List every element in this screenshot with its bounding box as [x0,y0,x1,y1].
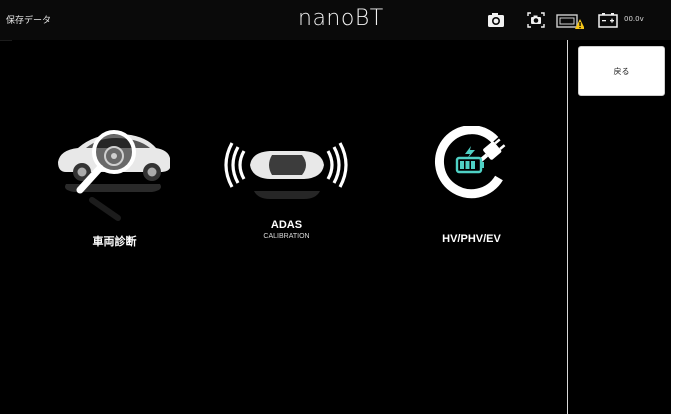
main-menu: 車両診断 ADAS CALIBRATION HV/PHV/EV [12,40,567,414]
car-magnifier-icon [58,130,170,221]
menu-item-sublabel: CALIBRATION [263,233,310,240]
menu-item-vehicle-diagnosis[interactable]: 車両診断 [52,122,177,252]
side-panel: 戻る [567,40,671,414]
battery-icon [598,13,618,28]
back-button[interactable]: 戻る [578,46,665,96]
menu-item-hv-phv-ev[interactable]: HV/PHV/EV [409,125,534,248]
brand-logo: nanoBT [298,6,384,31]
menu-item-label: 車両診断 [92,236,137,248]
menu-item-label: HV/PHV/EV [442,233,501,245]
voltage-readout: 00.0v [624,15,644,23]
top-bar: 保存データ nanoBT 00.0v [0,0,671,41]
menu-item-adas[interactable]: ADAS CALIBRATION [224,135,349,250]
camera-icon[interactable] [487,12,505,28]
menu-item-label: ADAS [270,219,303,231]
screenshot-icon[interactable] [527,12,545,28]
vci-warning-icon[interactable] [556,12,584,30]
ev-plug-battery-icon [435,125,506,199]
car-sensor-waves-icon [224,142,348,199]
app-window: 保存データ nanoBT 00.0v 車両診断 ADAS CALIBRATION… [0,0,671,414]
screen-title: 保存データ [6,16,52,26]
